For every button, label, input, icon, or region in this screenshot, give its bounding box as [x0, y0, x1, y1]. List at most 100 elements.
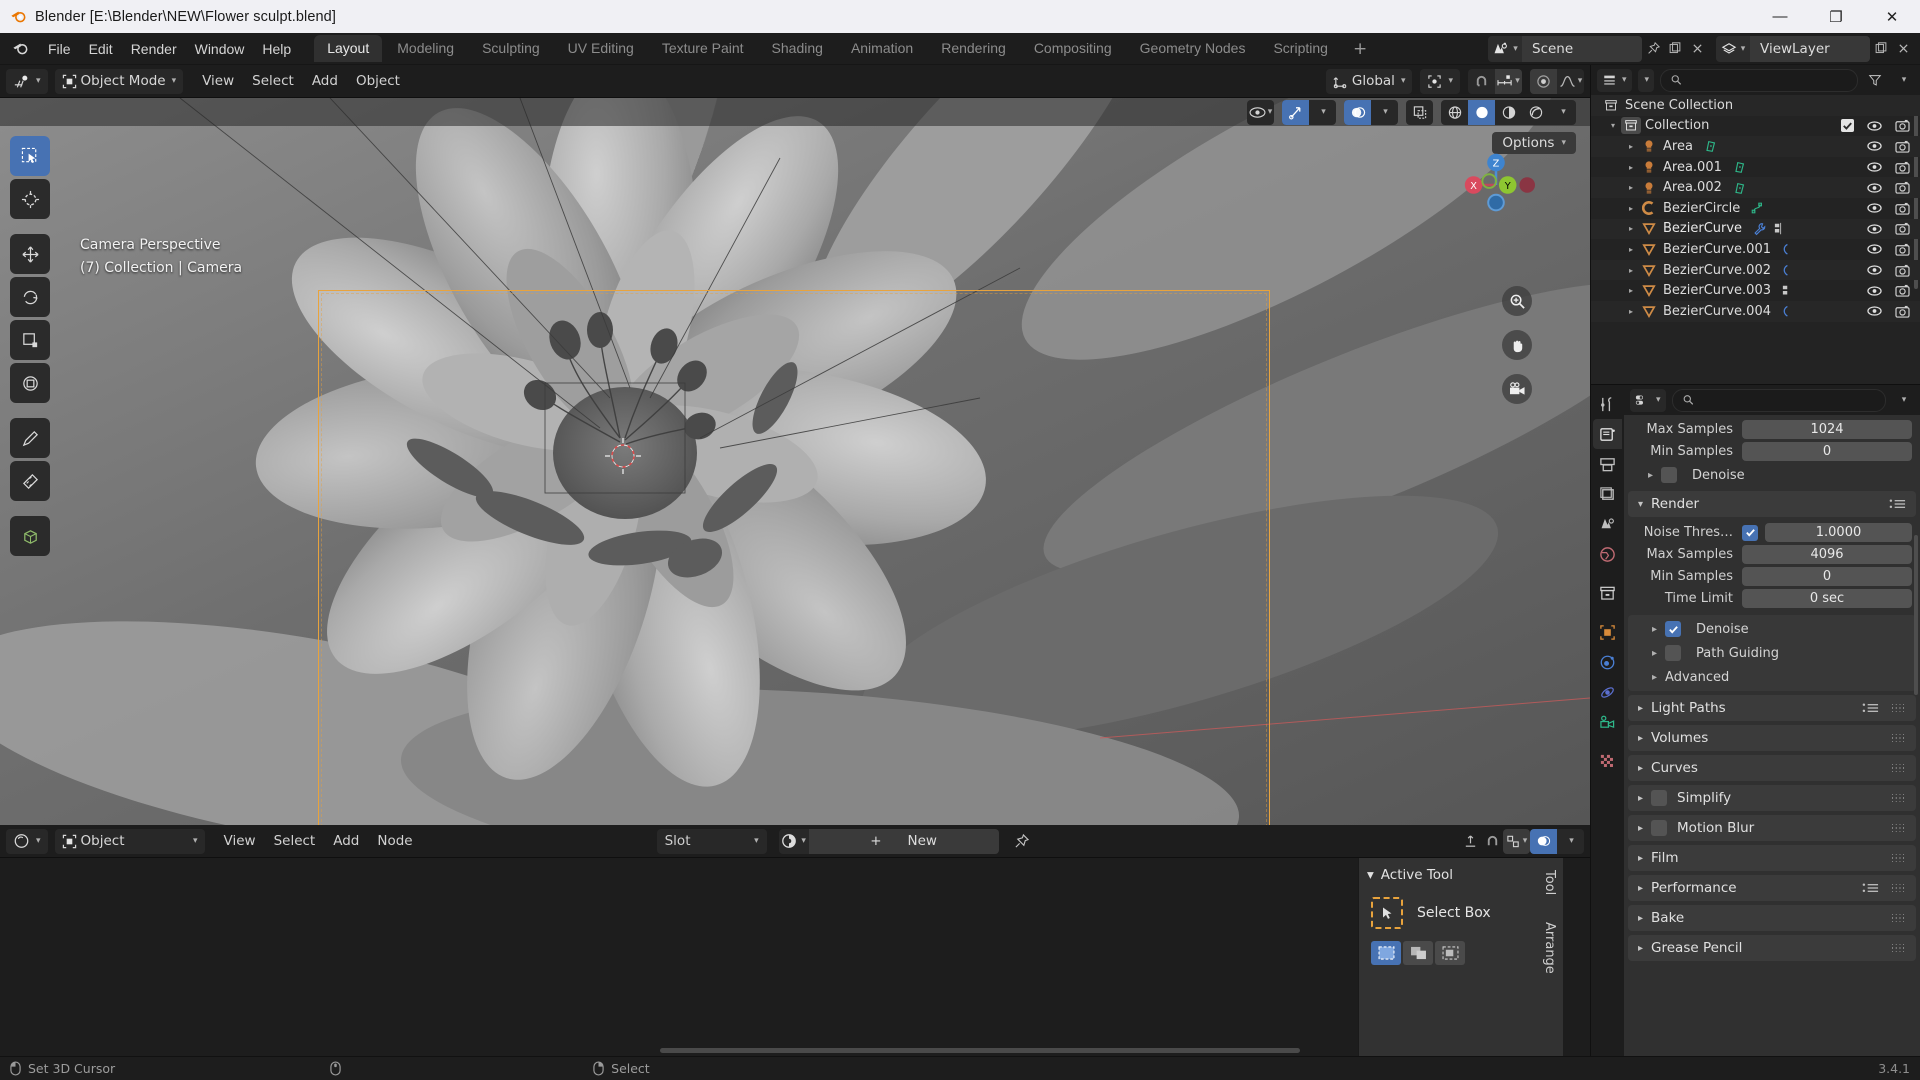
prop-value[interactable]: 1.0000	[1765, 523, 1912, 542]
prop-value[interactable]: 1024	[1742, 420, 1912, 439]
menu-file[interactable]: File	[39, 38, 80, 60]
panel-preset-menu-icon[interactable]	[1889, 498, 1906, 510]
node-snapping-icon[interactable]	[1481, 828, 1503, 854]
panel-render[interactable]: ▾ Render	[1628, 491, 1916, 517]
camera-view-icon[interactable]	[1502, 374, 1532, 404]
shader-menu-add[interactable]: Add	[324, 830, 368, 852]
panel-grip-icon[interactable]: ::::::::	[1891, 882, 1906, 894]
panel-performance[interactable]: ▸ Performance ::::::::	[1628, 875, 1916, 901]
zoom-view-icon[interactable]	[1502, 286, 1532, 316]
light-data-icon[interactable]	[1722, 181, 1747, 195]
viewport-menu-select[interactable]: Select	[243, 70, 303, 92]
chevron-right-icon[interactable]: ▸	[1638, 853, 1643, 864]
properties-search-input[interactable]	[1699, 392, 1875, 408]
viewport-menu-add[interactable]: Add	[303, 70, 347, 92]
properties-search[interactable]	[1671, 388, 1886, 412]
tab-viewlayer-properties[interactable]	[1593, 479, 1622, 509]
camera-icon[interactable]	[1895, 161, 1910, 174]
camera-icon[interactable]	[1895, 222, 1910, 236]
overlays-chevron-down-icon[interactable]: ▾	[1371, 100, 1398, 125]
outliner-filter-icon[interactable]	[1864, 69, 1886, 92]
prop-value[interactable]: 0 sec	[1742, 589, 1912, 608]
tab-uv-editing[interactable]: UV Editing	[555, 35, 647, 62]
prop-max-samples-render[interactable]: Max Samples 4096	[1624, 544, 1912, 565]
shader-type-selector[interactable]: Object ▾	[54, 828, 205, 854]
tab-physics-properties[interactable]	[1593, 677, 1622, 707]
transform-orientation-selector[interactable]: Global ▾	[1325, 68, 1413, 94]
tool-select-box[interactable]	[10, 136, 50, 176]
noise-threshold-checkbox[interactable]	[1742, 524, 1758, 541]
eye-icon[interactable]	[1867, 182, 1882, 194]
select-difference-mode-icon[interactable]	[1435, 941, 1465, 965]
tool-transform[interactable]	[10, 363, 50, 403]
eye-icon[interactable]	[1867, 285, 1882, 297]
simplify-checkbox[interactable]	[1651, 790, 1668, 806]
navigation-gizmo[interactable]: Z X Y	[1457, 146, 1535, 224]
curve-data-icon[interactable]	[1740, 201, 1765, 215]
minimize-button[interactable]: —	[1752, 0, 1808, 33]
tab-scripting[interactable]: Scripting	[1260, 35, 1340, 62]
tab-shading[interactable]: Shading	[759, 35, 836, 62]
expand-triangle-icon[interactable]: ▸	[1623, 163, 1639, 172]
node-snap-mode-icon[interactable]: ▾	[1503, 828, 1530, 854]
outliner-tree[interactable]: Scene Collection ▾ Collection ▸ Area ▸ A…	[1591, 95, 1920, 384]
expand-triangle-icon[interactable]: ▸	[1623, 142, 1639, 151]
outliner-search-input[interactable]	[1687, 72, 1847, 88]
snap-magnet-icon[interactable]	[1468, 69, 1495, 94]
active-tool-panel-header[interactable]: ▾ Active Tool ::::::::	[1359, 858, 1563, 889]
viewlayer-name[interactable]: ViewLayer	[1750, 35, 1870, 62]
eye-icon[interactable]	[1867, 202, 1882, 214]
select-set-mode-icon[interactable]	[1371, 941, 1401, 965]
camera-icon[interactable]	[1895, 119, 1910, 133]
viewport-menu-view[interactable]: View	[193, 70, 243, 92]
tab-modifier-properties[interactable]	[1593, 647, 1622, 677]
prop-path-guiding[interactable]: ▸ Path Guiding	[1628, 641, 1916, 665]
camera-icon[interactable]	[1895, 140, 1910, 153]
toggle-xray-icon[interactable]	[1406, 100, 1433, 125]
prop-denoise-render[interactable]: ▸ Denoise	[1628, 617, 1916, 641]
shader-menu-node[interactable]: Node	[368, 830, 421, 852]
wireframe-shading-icon[interactable]	[1441, 100, 1468, 125]
menu-window[interactable]: Window	[186, 38, 254, 60]
pin-scene-icon[interactable]	[1642, 36, 1664, 62]
panel-bake[interactable]: ▸ Bake ::::::::	[1628, 905, 1916, 931]
chevron-right-icon[interactable]: ▸	[1638, 763, 1643, 774]
prop-value[interactable]: 4096	[1742, 545, 1912, 564]
chevron-right-icon[interactable]: ▸	[1638, 823, 1643, 834]
move-view-icon[interactable]	[1502, 330, 1532, 360]
prop-noise-threshold[interactable]: Noise Thres… 1.0000	[1624, 522, 1912, 543]
pivot-point-selector[interactable]: ▾	[1420, 68, 1460, 94]
new-material-button[interactable]: + New	[808, 828, 999, 854]
eye-icon[interactable]	[1867, 161, 1882, 173]
gizmo-chevron-down-icon[interactable]: ▾	[1309, 100, 1336, 125]
shader-menu-view[interactable]: View	[215, 830, 265, 852]
chevron-down-icon[interactable]: ▾	[1638, 499, 1643, 510]
prop-time-limit[interactable]: Time Limit 0 sec	[1624, 588, 1912, 609]
tool-move[interactable]	[10, 234, 50, 274]
eye-icon[interactable]	[1867, 243, 1882, 255]
eye-icon[interactable]	[1867, 140, 1882, 152]
expand-triangle-icon[interactable]: ▸	[1623, 245, 1639, 254]
prop-advanced[interactable]: ▸ Advanced	[1628, 665, 1916, 689]
camera-icon[interactable]	[1895, 181, 1910, 194]
scene-name[interactable]: Scene	[1522, 35, 1642, 62]
camera-icon[interactable]	[1895, 264, 1910, 277]
menu-render[interactable]: Render	[122, 38, 186, 60]
expand-triangle-icon[interactable]: ▸	[1623, 224, 1639, 233]
tab-layout[interactable]: Layout	[314, 35, 383, 62]
tab-tool-properties[interactable]	[1593, 389, 1622, 419]
material-slot-selector[interactable]: Slot ▾	[656, 828, 767, 854]
panel-grip-icon[interactable]: ::::::::	[1891, 852, 1906, 864]
panel-film[interactable]: ▸ Film ::::::::	[1628, 845, 1916, 871]
tab-scene-properties[interactable]	[1593, 509, 1622, 539]
eye-icon[interactable]	[1867, 264, 1882, 276]
tab-object-properties[interactable]	[1593, 617, 1622, 647]
curve-small-icon[interactable]	[1771, 264, 1791, 277]
chevron-right-icon[interactable]: ▸	[1652, 672, 1657, 683]
panel-curves[interactable]: ▸ Curves ::::::::	[1628, 755, 1916, 781]
prop-max-samples-viewport[interactable]: Max Samples 1024	[1624, 419, 1912, 440]
panel-light-paths[interactable]: ▸ Light Paths ::::::::	[1628, 695, 1916, 721]
npanel-tab-arrange[interactable]: Arrange	[1536, 910, 1563, 987]
panel-grease-pencil[interactable]: ▸ Grease Pencil ::::::::	[1628, 935, 1916, 961]
outliner-row-beziercurve-001[interactable]: ▸ BezierCurve.001	[1591, 239, 1920, 260]
